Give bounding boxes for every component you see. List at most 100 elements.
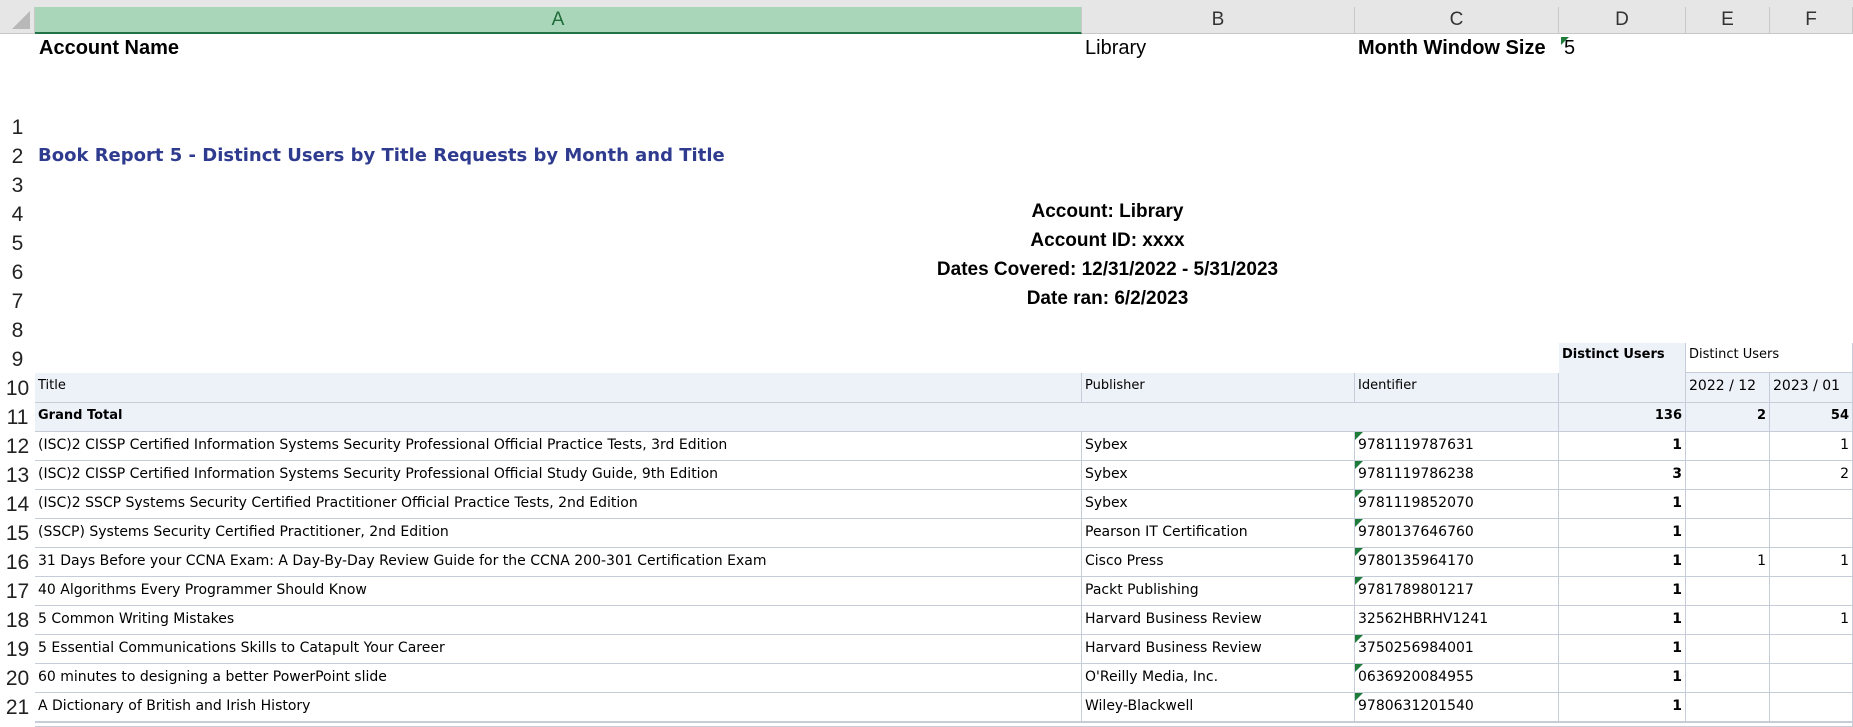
publisher-cell[interactable]: Sybex	[1082, 461, 1355, 490]
column-header-e[interactable]: E	[1686, 7, 1770, 34]
identifier-cell[interactable]: 9780135964170	[1355, 548, 1559, 577]
distinct-users-month-header[interactable]: Distinct Users	[1686, 343, 1853, 373]
identifier-cell[interactable]: 0636920084955	[1355, 664, 1559, 693]
month-cell[interactable]	[1770, 519, 1853, 548]
report-date-ran[interactable]: Date ran: 6/2/2023	[35, 288, 1853, 310]
month-cell[interactable]	[1686, 432, 1770, 461]
row-header[interactable]: 10	[0, 377, 35, 401]
row-header[interactable]: 19	[0, 638, 35, 662]
month-window-value[interactable]: 5	[1561, 37, 1681, 65]
report-dates-covered[interactable]: Dates Covered: 12/31/2022 - 5/31/2023	[35, 259, 1853, 281]
row-header[interactable]: 21	[0, 696, 35, 720]
identifier-cell[interactable]: 9780631201540	[1355, 693, 1559, 722]
month-cell[interactable]: 1	[1770, 548, 1853, 577]
month-cell[interactable]	[1770, 693, 1853, 722]
row-header[interactable]: 3	[0, 174, 35, 198]
publisher-cell[interactable]: Sybex	[1082, 432, 1355, 461]
header-identifier[interactable]: Identifier	[1355, 373, 1559, 403]
row-header[interactable]: 8	[0, 319, 35, 343]
row-header[interactable]: 7	[0, 290, 35, 314]
column-header-c[interactable]: C	[1355, 7, 1559, 34]
row-header[interactable]: 6	[0, 261, 35, 285]
publisher-cell[interactable]: Harvard Business Review	[1082, 635, 1355, 664]
total-cell[interactable]: 1	[1559, 490, 1686, 519]
total-cell[interactable]: 1	[1559, 548, 1686, 577]
row-header[interactable]: 4	[0, 203, 35, 227]
month-cell[interactable]	[1770, 490, 1853, 519]
title-cell[interactable]: (ISC)2 CISSP Certified Information Syste…	[35, 461, 1082, 490]
title-cell[interactable]: 60 minutes to designing a better PowerPo…	[35, 664, 1082, 693]
publisher-cell[interactable]: Wiley-Blackwell	[1082, 693, 1355, 722]
title-cell[interactable]: 5 Essential Communications Skills to Cat…	[35, 635, 1082, 664]
month-cell[interactable]	[1686, 635, 1770, 664]
table-row[interactable]	[35, 722, 1853, 727]
publisher-cell[interactable]: Sybex	[1082, 490, 1355, 519]
column-header-a[interactable]: A	[35, 7, 1082, 34]
grand-total-2022-12[interactable]: 2	[1686, 403, 1770, 432]
month-cell[interactable]	[1686, 490, 1770, 519]
header-publisher[interactable]: Publisher	[1082, 373, 1355, 403]
identifier-cell[interactable]: 9781789801217	[1355, 577, 1559, 606]
account-name-value[interactable]: Library	[1085, 37, 1353, 65]
header-title[interactable]: Title	[35, 373, 1082, 403]
total-cell[interactable]: 1	[1559, 664, 1686, 693]
row-header[interactable]: 11	[0, 406, 35, 430]
column-header-b[interactable]: B	[1082, 7, 1355, 34]
total-cell[interactable]: 1	[1559, 432, 1686, 461]
month-cell[interactable]: 1	[1770, 432, 1853, 461]
month-window-label[interactable]: Month Window Size	[1358, 37, 1558, 65]
month-cell[interactable]	[1686, 519, 1770, 548]
identifier-cell[interactable]: 9781119787631	[1355, 432, 1559, 461]
grand-total-value[interactable]: 136	[1559, 403, 1686, 432]
title-cell[interactable]: 5 Common Writing Mistakes	[35, 606, 1082, 635]
grand-total-2023-01[interactable]: 54	[1770, 403, 1853, 432]
total-cell[interactable]: 3	[1559, 461, 1686, 490]
month-cell[interactable]	[1686, 461, 1770, 490]
row-header[interactable]: 5	[0, 232, 35, 256]
title-cell[interactable]: (SSCP) Systems Security Certified Practi…	[35, 519, 1082, 548]
distinct-users-total-header[interactable]: Distinct Users	[1559, 343, 1686, 403]
total-cell[interactable]: 1	[1559, 519, 1686, 548]
total-cell[interactable]: 1	[1559, 577, 1686, 606]
header-month-2023-01[interactable]: 2023 / 01	[1770, 373, 1853, 403]
total-cell[interactable]: 1	[1559, 693, 1686, 722]
month-cell[interactable]: 2	[1770, 461, 1853, 490]
report-account[interactable]: Account: Library	[35, 201, 1853, 223]
identifier-cell[interactable]: 3750256984001	[1355, 635, 1559, 664]
title-cell[interactable]: (ISC)2 SSCP Systems Security Certified P…	[35, 490, 1082, 519]
identifier-cell[interactable]: 9781119852070	[1355, 490, 1559, 519]
row-header[interactable]: 20	[0, 667, 35, 691]
publisher-cell[interactable]: O'Reilly Media, Inc.	[1082, 664, 1355, 693]
report-account-id[interactable]: Account ID: xxxx	[35, 230, 1853, 252]
month-cell[interactable]	[1686, 606, 1770, 635]
month-cell[interactable]	[1770, 577, 1853, 606]
grand-total-label[interactable]: Grand Total	[35, 403, 1559, 432]
month-cell[interactable]	[1770, 664, 1853, 693]
title-cell[interactable]: (ISC)2 CISSP Certified Information Syste…	[35, 432, 1082, 461]
column-header-f[interactable]: F	[1770, 7, 1853, 34]
month-cell[interactable]	[1686, 577, 1770, 606]
month-cell[interactable]: 1	[1770, 606, 1853, 635]
title-cell[interactable]: A Dictionary of British and Irish Histor…	[35, 693, 1082, 722]
identifier-cell[interactable]: 32562HBRHV1241	[1355, 606, 1559, 635]
month-cell[interactable]: 1	[1686, 548, 1770, 577]
row-header[interactable]: 13	[0, 464, 35, 488]
total-cell[interactable]: 1	[1559, 635, 1686, 664]
month-cell[interactable]	[1770, 635, 1853, 664]
title-cell[interactable]: 40 Algorithms Every Programmer Should Kn…	[35, 577, 1082, 606]
row-header[interactable]: 16	[0, 551, 35, 575]
identifier-cell[interactable]: 9781119786238	[1355, 461, 1559, 490]
row-header[interactable]: 15	[0, 522, 35, 546]
account-name-label[interactable]: Account Name	[39, 37, 1079, 65]
row-header[interactable]: 1	[0, 116, 35, 140]
column-header-d[interactable]: D	[1559, 7, 1686, 34]
header-month-2022-12[interactable]: 2022 / 12	[1686, 373, 1770, 403]
total-cell[interactable]: 1	[1559, 606, 1686, 635]
publisher-cell[interactable]: Cisco Press	[1082, 548, 1355, 577]
month-cell[interactable]	[1686, 693, 1770, 722]
row-header[interactable]: 18	[0, 609, 35, 633]
row-header[interactable]: 2	[0, 145, 35, 169]
identifier-cell[interactable]: 9780137646760	[1355, 519, 1559, 548]
publisher-cell[interactable]: Harvard Business Review	[1082, 606, 1355, 635]
publisher-cell[interactable]: Packt Publishing	[1082, 577, 1355, 606]
